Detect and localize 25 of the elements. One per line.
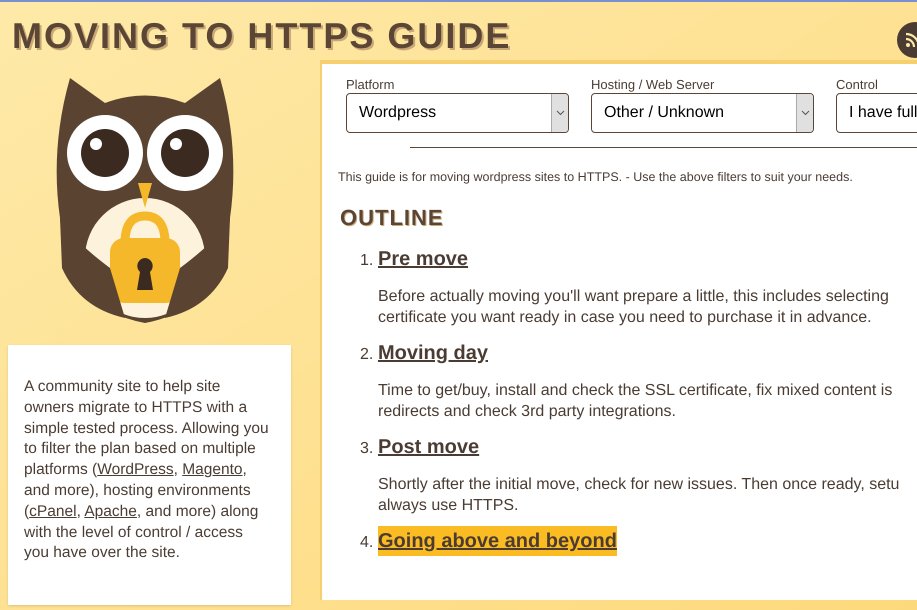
link[interactable]: Apache: [84, 502, 137, 520]
step-description: Before actually moving you'll want prepare a little, this includes selecting certificate you want ready in case you need to purchase it in advance.: [378, 286, 890, 328]
step-description: Shortly after the initial move, check for new issues. Then once ready, setu always use HTTPS.: [378, 474, 900, 516]
filter-label: Platform: [346, 78, 394, 92]
step-description: Time to get/buy, install and check the SSL certificate, fix mixed content is redirects and check 3rd party integrations.: [378, 380, 894, 422]
step-number: 3.: [360, 438, 372, 459]
filter-select[interactable]: Wordpress: [346, 93, 569, 133]
step-link[interactable]: Going above and beyond: [378, 526, 617, 556]
outline-heading: OUTLINE: [340, 204, 445, 232]
step-link[interactable]: Post move: [378, 432, 480, 462]
site-description: A community site to help site owners migrate to HTTPS with a simple tested process. Allowing you to filter the plan based on multiple platforms (WordPress, Magento, and more), hosting environments (cPanel, Apache, and more) along with the level of control / access you have over the site.: [24, 377, 270, 564]
step-link[interactable]: Moving day: [378, 338, 488, 368]
link[interactable]: Magento: [182, 461, 243, 478]
link[interactable]: WordPress: [97, 461, 174, 478]
filter-select[interactable]: I have full: [836, 93, 917, 133]
guide-summary: This guide is for moving wordpress sites to HTTPS. - Use the above filters to suit your needs.: [338, 169, 854, 186]
step-number: 4.: [360, 532, 372, 553]
step-number: 2.: [360, 344, 372, 365]
step-link[interactable]: Pre move: [378, 244, 468, 274]
filter-label: Control: [836, 78, 878, 92]
filter-select[interactable]: Other / Unknown: [591, 93, 814, 133]
site-title: MOVING TO HTTPS GUIDE: [12, 16, 512, 56]
filter-label: Hosting / Web Server: [591, 78, 714, 92]
link[interactable]: cPanel: [29, 502, 77, 520]
step-number: 1.: [360, 250, 372, 271]
